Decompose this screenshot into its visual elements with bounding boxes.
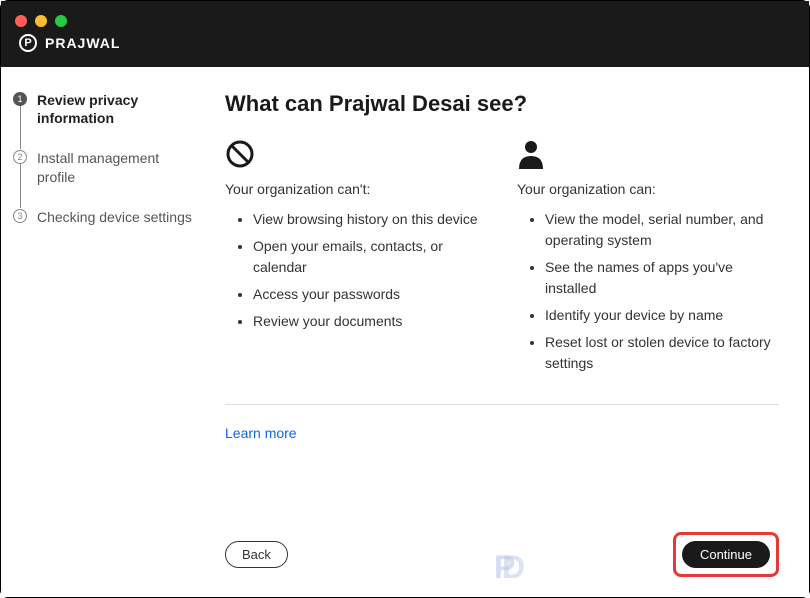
titlebar: P PRAJWAL [1,1,809,67]
step-number-icon: 2 [13,150,27,164]
step-connector-line [20,105,21,149]
step-connector-line [20,163,21,207]
learn-more-link[interactable]: Learn more [225,425,779,441]
brand: P PRAJWAL [19,34,120,52]
list-item: Review your documents [253,311,487,332]
brand-logo-icon: P [19,34,37,52]
step-number-icon: 1 [13,92,27,106]
list-item: View the model, serial number, and opera… [545,209,779,251]
step-number-icon: 3 [13,209,27,223]
list-item: Open your emails, contacts, or calendar [253,236,487,278]
can-column: Your organization can: View the model, s… [517,137,779,380]
list-item: View browsing history on this device [253,209,487,230]
step-label: Checking device settings [37,208,192,226]
step-install-profile: 2 Install management profile [13,149,199,207]
can-title: Your organization can: [517,181,779,197]
step-checking-settings: 3 Checking device settings [13,208,199,248]
maximize-window-button[interactable] [55,15,67,27]
main-content: What can Prajwal Desai see? Your organiz… [211,67,809,597]
sidebar: 1 Review privacy information 2 Install m… [1,67,211,597]
list-item: Reset lost or stolen device to factory s… [545,332,779,374]
person-icon [517,137,779,171]
cant-column: Your organization can't: View browsing h… [225,137,487,380]
footer: Back Continue [225,512,779,577]
can-list: View the model, serial number, and opera… [517,209,779,374]
window-controls [15,15,67,27]
minimize-window-button[interactable] [35,15,47,27]
close-window-button[interactable] [15,15,27,27]
back-button[interactable]: Back [225,541,288,568]
step-review-privacy: 1 Review privacy information [13,91,199,149]
body: 1 Review privacy information 2 Install m… [1,67,809,597]
privacy-columns: Your organization can't: View browsing h… [225,137,779,380]
divider [225,404,779,405]
page-title: What can Prajwal Desai see? [225,91,779,117]
continue-button[interactable]: Continue [682,541,770,568]
prohibited-icon [225,137,487,171]
continue-highlight: Continue [673,532,779,577]
cant-title: Your organization can't: [225,181,487,197]
cant-list: View browsing history on this device Ope… [225,209,487,332]
list-item: Access your passwords [253,284,487,305]
step-label: Review privacy information [37,91,199,127]
brand-name: PRAJWAL [45,35,120,51]
list-item: See the names of apps you've installed [545,257,779,299]
step-label: Install management profile [37,149,199,185]
list-item: Identify your device by name [545,305,779,326]
